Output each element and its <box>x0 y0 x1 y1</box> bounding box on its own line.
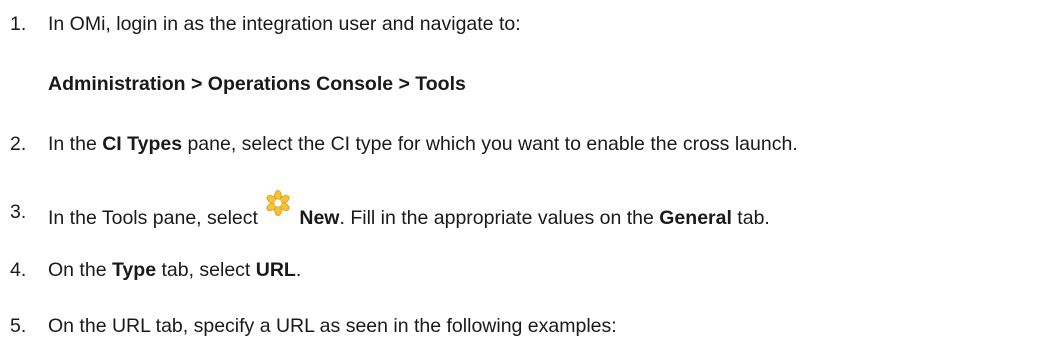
document-page: 1. In OMi, login in as the integration u… <box>0 0 1042 351</box>
url-term: URL <box>255 259 296 281</box>
new-star-icon <box>265 190 291 216</box>
ci-types-term: CI Types <box>102 133 183 155</box>
step-text: On the Type tab, select URL. <box>48 259 302 281</box>
step-text: In OMi, login in as the integration user… <box>48 13 521 35</box>
step-number: 2. <box>10 133 27 155</box>
step-number: 3. <box>10 201 27 223</box>
type-term: Type <box>111 259 157 281</box>
step-text: In the CI Types pane, select the CI type… <box>48 133 798 155</box>
step-number: 1. <box>10 13 27 35</box>
step-number: 4. <box>10 259 27 281</box>
new-term: New <box>299 207 340 229</box>
general-term: General <box>659 207 732 229</box>
step-number: 5. <box>10 315 27 337</box>
navigation-path: Administration > Operations Console > To… <box>48 73 466 95</box>
step-text: On the URL tab, specify a URL as seen in… <box>48 315 617 337</box>
step-text: In the Tools pane, select New. Fill in t… <box>48 190 770 230</box>
